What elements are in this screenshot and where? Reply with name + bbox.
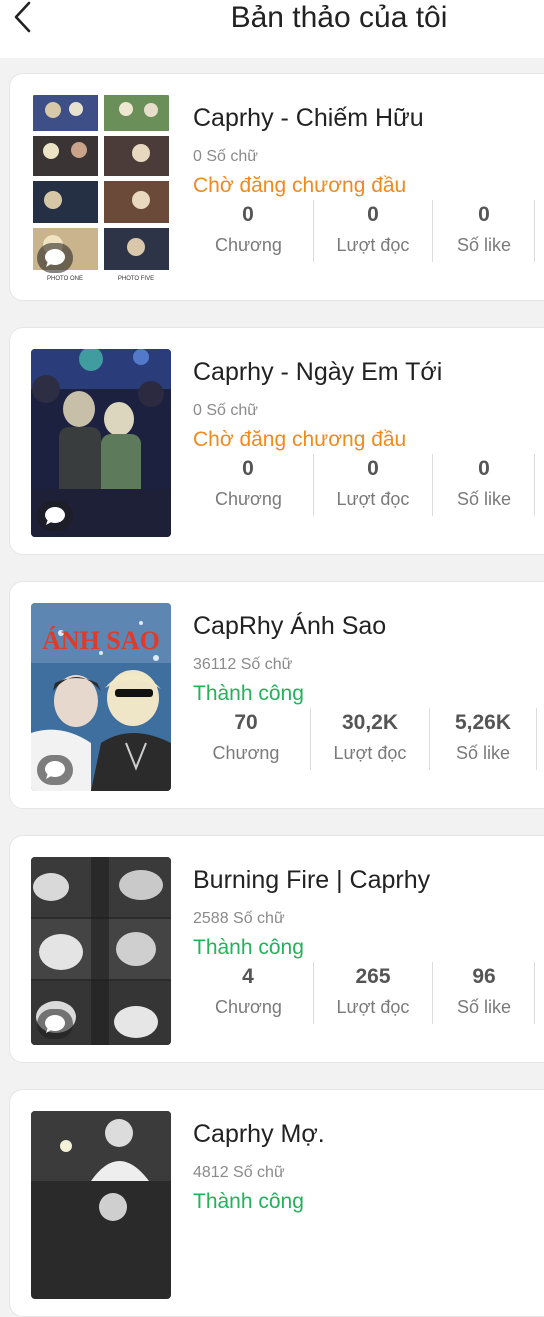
cover-caption: PHOTO ONE xyxy=(47,276,83,282)
reads-count: 0 xyxy=(367,457,379,480)
reads-label: Lượt đọc xyxy=(333,743,407,763)
status-label: Chờ đăng chương đầu xyxy=(193,174,407,197)
caprhy-mo-cover-image xyxy=(31,1111,171,1299)
chapters-label: Chương xyxy=(215,235,282,255)
story-card[interactable]: Caprhy - Ngày Em Tới 0 Số chữ Chờ đăng c… xyxy=(9,327,544,555)
likes-label: Số like xyxy=(455,743,511,763)
story-cover-image[interactable] xyxy=(31,1111,171,1299)
chapters-label: Chương xyxy=(215,489,282,509)
divider xyxy=(313,200,314,262)
status-label: Chờ đăng chương đầu xyxy=(193,428,407,451)
status-label: Thành công xyxy=(193,936,304,959)
page-title: Bản thảo của tôi xyxy=(230,1,448,34)
header-bar: Bản thảo của tôi xyxy=(0,0,544,58)
cover-title-text: ÁNH SAO xyxy=(42,626,160,655)
divider xyxy=(534,200,535,262)
likes-label: Số like xyxy=(456,489,512,509)
story-stats: 0 Chương 0 Lượt đọc 0 Số like xyxy=(193,454,544,524)
chapters-stat: 4 Chương xyxy=(215,962,282,1022)
divider xyxy=(429,708,430,770)
likes-stat: 5,26K Số like xyxy=(438,708,528,768)
likes-count: 0 xyxy=(478,457,490,480)
story-cover-image[interactable] xyxy=(31,857,171,1045)
story-card[interactable]: Burning Fire | Caprhy 2588 Số chữ Thành … xyxy=(9,835,544,1063)
divider xyxy=(534,454,535,516)
divider xyxy=(313,454,314,516)
word-count: 0 Số chữ xyxy=(193,148,258,165)
divider xyxy=(310,708,311,770)
reads-label: Lượt đọc xyxy=(336,489,410,509)
story-title[interactable]: Caprhy - Ngày Em Tới xyxy=(193,358,442,387)
likes-stat: 0 Số like xyxy=(442,200,526,260)
divider xyxy=(432,962,433,1024)
word-count: 36112 Số chữ xyxy=(193,656,293,673)
story-card[interactable]: Caprhy Mợ. 4812 Số chữ Thành công xyxy=(9,1089,544,1317)
chapters-label: Chương xyxy=(215,997,282,1017)
story-card[interactable]: PHOTO ONE PHOTO FIVE Caprhy - Chiếm Hữu … xyxy=(9,73,544,301)
divider xyxy=(313,962,314,1024)
story-title[interactable]: CapRhy Ánh Sao xyxy=(193,612,386,641)
reads-count: 265 xyxy=(355,965,391,988)
chapters-stat: 70 Chương xyxy=(211,708,281,768)
chapters-count: 0 xyxy=(242,457,254,480)
story-cover-image[interactable]: PHOTO ONE PHOTO FIVE xyxy=(31,95,171,283)
comment-bubble-icon xyxy=(45,761,65,779)
chapters-count: 0 xyxy=(242,203,254,226)
word-count: 0 Số chữ xyxy=(193,402,258,419)
reads-label: Lượt đọc xyxy=(336,235,410,255)
divider xyxy=(432,200,433,262)
comment-bubble-icon xyxy=(45,1015,65,1033)
comment-button[interactable] xyxy=(37,755,73,785)
reads-stat: 0 Lượt đọc xyxy=(323,200,423,260)
story-cover-image[interactable] xyxy=(31,349,171,537)
comment-button[interactable] xyxy=(37,1009,73,1039)
comment-bubble-icon xyxy=(45,507,65,525)
divider xyxy=(534,962,535,1024)
chapters-label: Chương xyxy=(212,743,280,763)
story-stats: 70 Chương 30,2K Lượt đọc 5,26K Số like xyxy=(193,708,544,778)
likes-count: 5,26K xyxy=(454,711,512,734)
reads-stat: 0 Lượt đọc xyxy=(323,454,423,514)
comment-button[interactable] xyxy=(37,501,73,531)
divider xyxy=(432,454,433,516)
likes-label: Số like xyxy=(456,997,512,1017)
story-title[interactable]: Burning Fire | Caprhy xyxy=(193,866,430,895)
story-title[interactable]: Caprhy Mợ. xyxy=(193,1120,325,1149)
status-label: Thành công xyxy=(193,1190,304,1213)
likes-stat: 0 Số like xyxy=(442,454,526,514)
divider xyxy=(536,708,537,770)
cover-caption: PHOTO FIVE xyxy=(118,276,154,282)
story-title[interactable]: Caprhy - Chiếm Hữu xyxy=(193,104,424,133)
reads-label: Lượt đọc xyxy=(336,997,410,1017)
story-card[interactable]: ÁNH SAO CapRhy Ánh Sao 36112 Số chữ Thàn… xyxy=(9,581,544,809)
story-stats: 4 Chương 265 Lượt đọc 96 Số like xyxy=(193,962,544,1032)
status-label: Thành công xyxy=(193,682,304,705)
story-stats: 0 Chương 0 Lượt đọc 0 Số like xyxy=(193,200,544,270)
likes-count: 0 xyxy=(478,203,490,226)
chapters-count: 4 xyxy=(242,965,254,988)
comment-button[interactable] xyxy=(37,243,73,273)
likes-label: Số like xyxy=(456,235,512,255)
word-count: 2588 Số chữ xyxy=(193,910,285,927)
reads-count: 30,2K xyxy=(341,711,399,734)
likes-count: 96 xyxy=(472,965,496,988)
comment-bubble-icon xyxy=(45,249,65,267)
chapters-stat: 0 Chương xyxy=(215,200,282,260)
reads-count: 0 xyxy=(367,203,379,226)
word-count: 4812 Số chữ xyxy=(193,1164,285,1181)
story-cover-image[interactable]: ÁNH SAO xyxy=(31,603,171,791)
reads-stat: 30,2K Lượt đọc xyxy=(319,708,421,768)
reads-stat: 265 Lượt đọc xyxy=(323,962,423,1022)
chapters-count: 70 xyxy=(234,711,258,734)
chapters-stat: 0 Chương xyxy=(215,454,282,514)
likes-stat: 96 Số like xyxy=(442,962,526,1022)
